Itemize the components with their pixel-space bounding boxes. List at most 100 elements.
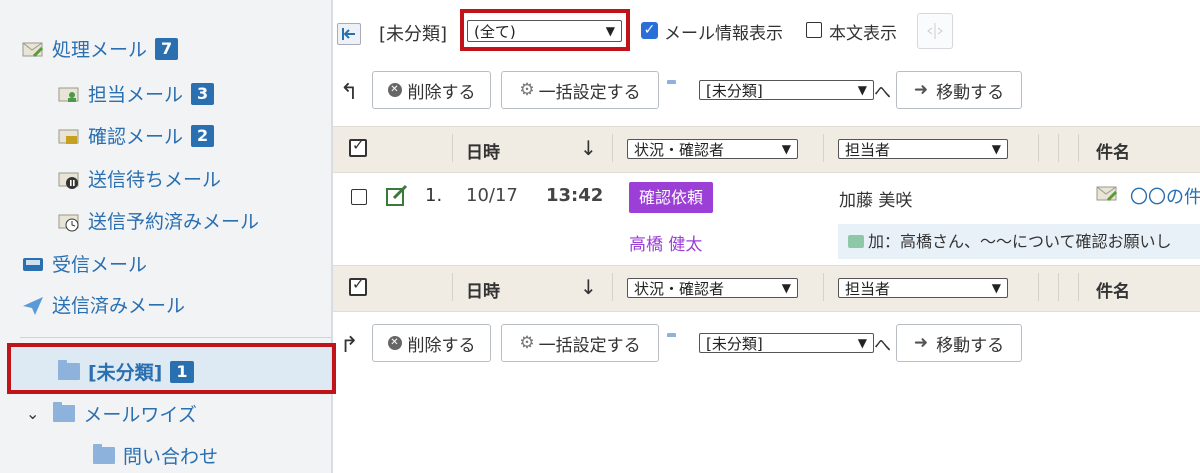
sort-down-icon[interactable]: ↓ bbox=[580, 275, 597, 299]
sidebar-divider[interactable] bbox=[331, 0, 333, 473]
sidebar-item-scheduled[interactable]: 送信予約済みメール bbox=[58, 207, 259, 234]
column-separator bbox=[452, 273, 453, 301]
sidebar-item-label: 確認メール bbox=[88, 126, 184, 148]
mail-info-checkbox[interactable]: ✓ bbox=[641, 22, 658, 39]
header-datetime[interactable]: 日時 bbox=[466, 138, 500, 163]
chevron-down-icon[interactable]: ⌄ bbox=[26, 404, 39, 423]
bulk-settings-label: 一括設定する bbox=[538, 335, 641, 356]
count-badge: 3 bbox=[191, 82, 215, 105]
gear-icon: ⚙ bbox=[519, 80, 535, 100]
sidebar-separator bbox=[20, 337, 331, 338]
sidebar-item-label: 担当メール bbox=[88, 84, 184, 106]
collapse-sidebar-icon[interactable] bbox=[337, 23, 361, 45]
sidebar-item-assigned[interactable]: 担当メール 3 bbox=[58, 80, 215, 107]
chevron-down-icon: ▼ bbox=[857, 83, 867, 97]
sidebar-item-sent[interactable]: 送信済みメール bbox=[22, 291, 185, 318]
assignee-filter-select[interactable]: 担当者 ▼ bbox=[838, 278, 1008, 298]
status-filter-select[interactable]: 状況・確認者 ▼ bbox=[627, 278, 798, 298]
assignee-filter-value: 担当者 bbox=[845, 279, 891, 298]
arrow-right-icon: ➜ bbox=[913, 333, 929, 353]
mail-clock-icon bbox=[58, 212, 80, 231]
chevron-down-icon: ▼ bbox=[857, 336, 867, 350]
count-badge: 7 bbox=[155, 37, 179, 60]
sidebar-item-label: 送信済みメール bbox=[52, 295, 186, 317]
delete-button[interactable]: ✕ 削除する bbox=[372, 324, 491, 362]
move-target-select[interactable]: [未分類] ▼ bbox=[699, 333, 874, 353]
row-assignee: 加藤 美咲 bbox=[839, 191, 913, 211]
split-view-button[interactable] bbox=[917, 13, 953, 49]
mail-person-icon bbox=[58, 85, 80, 103]
sidebar-item-label: 送信待ちメール bbox=[88, 169, 222, 191]
move-button[interactable]: ➜ 移動する bbox=[896, 71, 1022, 109]
delete-button-label: 削除する bbox=[407, 335, 476, 356]
move-suffix: へ bbox=[874, 336, 891, 356]
move-button[interactable]: ➜ 移動する bbox=[896, 324, 1022, 362]
column-separator bbox=[1058, 134, 1059, 162]
column-separator bbox=[823, 273, 824, 301]
move-button-label: 移動する bbox=[936, 335, 1005, 356]
select-all-checkbox[interactable] bbox=[349, 275, 367, 296]
send-plane-icon bbox=[22, 296, 44, 315]
sidebar-item-mailwise[interactable]: ⌄ メールワイズ bbox=[26, 400, 197, 427]
status-filter-select[interactable]: 状況・確認者 ▼ bbox=[627, 139, 798, 159]
status-badge: 確認依頼 bbox=[629, 182, 714, 213]
header-subject[interactable]: 件名 bbox=[1096, 138, 1130, 163]
bulk-settings-button[interactable]: ⚙ 一括設定する bbox=[501, 71, 659, 109]
column-separator bbox=[823, 134, 824, 162]
row-subject-link[interactable]: 〇〇の件 bbox=[1130, 183, 1200, 209]
inbox-tray-icon bbox=[22, 255, 44, 273]
edit-icon[interactable] bbox=[385, 184, 411, 212]
assignee-filter-value: 担当者 bbox=[845, 140, 891, 159]
sort-down-icon[interactable]: ↓ bbox=[580, 136, 597, 160]
bulk-settings-button[interactable]: ⚙ 一括設定する bbox=[501, 324, 659, 362]
folder-icon bbox=[93, 444, 115, 464]
assignee-filter-select[interactable]: 担当者 ▼ bbox=[838, 139, 1008, 159]
delete-button[interactable]: ✕ 削除する bbox=[372, 71, 491, 109]
column-separator bbox=[1078, 273, 1079, 301]
sidebar-item-confirm[interactable]: 確認メール 2 bbox=[58, 122, 215, 149]
move-target-select[interactable]: [未分類] ▼ bbox=[699, 80, 874, 100]
highlight-frame-folder bbox=[7, 343, 336, 394]
split-arrows-icon bbox=[927, 23, 943, 39]
x-circle-icon: ✕ bbox=[387, 336, 402, 350]
row-confirmer: 高橋 健太 bbox=[629, 235, 703, 255]
body-label: 本文表示 bbox=[829, 24, 897, 44]
column-separator bbox=[612, 273, 613, 301]
sidebar-item-label: 問い合わせ bbox=[123, 446, 219, 468]
row-checkbox[interactable] bbox=[351, 189, 367, 205]
row-time: 13:42 bbox=[546, 185, 604, 206]
sidebar-item-label: メールワイズ bbox=[83, 404, 197, 426]
bulk-settings-label: 一括設定する bbox=[538, 82, 641, 103]
highlight-frame-filter bbox=[460, 9, 630, 51]
sidebar-item-inbox[interactable]: 受信メール bbox=[22, 250, 147, 277]
move-suffix: へ bbox=[874, 83, 891, 103]
chevron-down-icon: ▼ bbox=[781, 142, 791, 156]
column-separator bbox=[1058, 273, 1059, 301]
mail-info-label: メール情報表示 bbox=[664, 24, 783, 44]
sidebar-item-outbox[interactable]: 送信待ちメール bbox=[58, 165, 221, 192]
column-separator bbox=[612, 134, 613, 162]
status-filter-value: 状況・確認者 bbox=[634, 140, 725, 159]
sidebar-item-label: 送信予約済みメール bbox=[88, 211, 260, 233]
return-arrow-icon: ↰ bbox=[340, 80, 359, 105]
sidebar-item-inquiry[interactable]: 問い合わせ bbox=[93, 442, 218, 469]
sidebar-item-processing[interactable]: 処理メール 7 bbox=[22, 35, 179, 62]
count-badge: 2 bbox=[191, 124, 215, 147]
move-target-value: [未分類] bbox=[706, 81, 763, 100]
gear-icon: ⚙ bbox=[519, 333, 535, 353]
row-date: 10/17 bbox=[466, 185, 518, 206]
move-target-value: [未分類] bbox=[706, 334, 763, 353]
status-filter-value: 状況・確認者 bbox=[634, 279, 725, 298]
chevron-down-icon: ▼ bbox=[991, 142, 1001, 156]
select-all-checkbox[interactable] bbox=[349, 136, 367, 157]
sidebar-item-label: 処理メール bbox=[52, 39, 148, 61]
chevron-down-icon: ▼ bbox=[781, 281, 791, 295]
mail-pen-icon bbox=[1096, 184, 1122, 208]
header-subject[interactable]: 件名 bbox=[1096, 277, 1130, 302]
header-datetime[interactable]: 日時 bbox=[466, 277, 500, 302]
mail-pen-icon bbox=[22, 40, 44, 58]
return-arrow-icon: ↱ bbox=[340, 333, 359, 358]
body-checkbox[interactable] bbox=[806, 22, 822, 38]
comment-text: 加：高橋さん、〜〜について確認お願いし bbox=[868, 232, 1172, 251]
move-button-label: 移動する bbox=[936, 82, 1005, 103]
